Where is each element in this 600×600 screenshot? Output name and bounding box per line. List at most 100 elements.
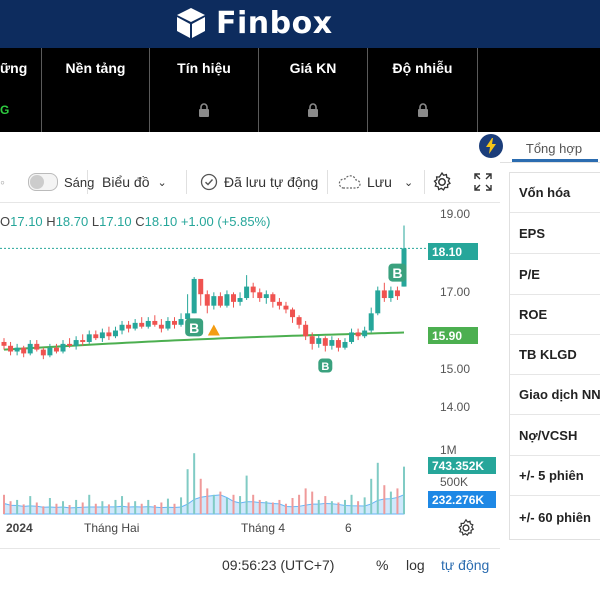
volume-bar	[317, 499, 320, 514]
volume-ma-tag: 232.276K	[428, 491, 496, 508]
gear-icon	[433, 171, 451, 191]
volume-bar	[134, 501, 137, 514]
x-tick-apr: Tháng 4	[241, 521, 286, 535]
price-tick: 14.00	[440, 400, 471, 414]
cell-signal[interactable]	[150, 88, 259, 132]
volume-bar	[245, 475, 248, 514]
volume-bar	[350, 494, 353, 514]
side-item-5-sessions[interactable]: +/- 5 phiên	[510, 456, 600, 496]
candle-body	[244, 286, 250, 299]
toolbar-separator	[87, 170, 88, 194]
candle-body	[21, 347, 27, 354]
candle-body	[388, 290, 394, 299]
side-item-debt-equity[interactable]: Nợ/VCSH	[510, 416, 600, 456]
candle-body	[322, 338, 328, 346]
volume-bar	[324, 496, 327, 514]
volume-bar	[29, 496, 32, 514]
volume-bar	[284, 503, 287, 514]
candle-body	[290, 309, 296, 318]
candle-body	[60, 343, 66, 352]
percent-toggle[interactable]: %	[376, 557, 388, 573]
save-dropdown[interactable]: Lưu ⌄	[337, 162, 413, 202]
side-item-avg-volume[interactable]: TB KLGD	[510, 335, 600, 375]
price-chart[interactable]: B B B	[0, 202, 428, 516]
volume-bar	[153, 505, 156, 514]
lightning-icon[interactable]	[479, 134, 503, 158]
toolbar-separator	[327, 170, 328, 194]
x-tick-feb: Tháng Hai	[84, 521, 140, 535]
save-label: Lưu	[367, 174, 392, 190]
theme-toggle[interactable]: Sáng	[28, 162, 94, 202]
settings-button[interactable]	[431, 162, 453, 202]
candle-body	[171, 320, 177, 325]
volume-bar	[180, 497, 183, 514]
app-header: Finbox	[0, 0, 600, 48]
volume-bar	[121, 496, 124, 514]
volume-bar	[311, 491, 314, 514]
price-tick: 19.00	[440, 207, 471, 221]
volume-bar	[94, 503, 97, 514]
x-tick-6: 6	[345, 521, 352, 535]
candle-body	[335, 340, 341, 348]
cloud-icon	[338, 175, 361, 189]
side-item-roe[interactable]: ROE	[510, 295, 600, 335]
tab-summary-underline	[512, 159, 598, 162]
tab-summary[interactable]: Tổng hợp	[514, 135, 594, 161]
volume-bar	[22, 504, 25, 514]
cell-noise[interactable]	[368, 88, 478, 132]
side-item-60-sessions[interactable]: +/- 60 phiên	[510, 497, 600, 537]
chart-type-dropdown[interactable]: Biểu đồ ⌄	[102, 162, 167, 202]
toolbar-separator	[424, 170, 425, 194]
cell-first: G	[0, 88, 42, 132]
volume-bar	[232, 494, 235, 514]
col-header-foundation: Nền tảng	[42, 48, 150, 88]
log-toggle[interactable]: log	[406, 557, 425, 573]
volume-bar	[298, 494, 301, 514]
side-item-market-cap[interactable]: Vốn hóa	[510, 173, 600, 213]
axis-settings-button[interactable]	[456, 518, 476, 543]
volume-bar	[225, 498, 228, 514]
side-item-pe[interactable]: P/E	[510, 255, 600, 295]
volume-bar	[376, 462, 379, 514]
buy-signal-letter: B	[392, 265, 402, 281]
x-tick-2024: 2024	[6, 521, 33, 535]
volume-bar	[127, 502, 130, 514]
candle-body	[283, 305, 289, 310]
autosave-button[interactable]: Đã lưu tự động	[200, 162, 318, 202]
volume-tick-500k: 500K	[440, 475, 469, 489]
volume-bar	[35, 502, 38, 514]
col-header-price: Giá KN	[259, 48, 368, 88]
lock-icon	[199, 103, 209, 117]
cell-price[interactable]	[259, 88, 368, 132]
volume-bar	[101, 501, 104, 514]
volume-bar	[3, 494, 5, 514]
candle-body	[309, 336, 315, 344]
volume-bar	[265, 501, 268, 514]
chevron-down-icon: ⌄	[403, 176, 414, 189]
lock-icon	[417, 103, 428, 117]
volume-bar	[396, 488, 399, 514]
volume-bar	[48, 498, 51, 514]
candle-body	[158, 324, 164, 329]
fullscreen-button[interactable]	[473, 162, 493, 202]
signal-table-header: ững Nền tảng Tín hiệu Giá KN Độ nhiễu	[0, 48, 600, 89]
brand-logo[interactable]: Finbox	[174, 3, 333, 43]
buy-signal-badge: B	[388, 263, 407, 282]
candle-body	[152, 320, 158, 325]
candle-body	[329, 340, 335, 346]
candle-body	[185, 313, 191, 320]
auto-scale-toggle[interactable]: tự động	[441, 557, 489, 573]
volume-bar	[357, 501, 360, 514]
volume-tick-1m: 1M	[440, 443, 457, 457]
candle-body	[375, 290, 381, 314]
volume-bar	[147, 499, 150, 514]
side-item-eps[interactable]: EPS	[510, 214, 600, 254]
autosave-label: Đã lưu tự động	[224, 174, 319, 190]
candle-body	[1, 341, 7, 346]
volume-bar	[389, 491, 392, 514]
candle-body	[237, 298, 243, 302]
side-item-foreign-trade[interactable]: Giao dịch NN	[510, 375, 600, 415]
candle-body	[119, 324, 125, 331]
volume-bar	[107, 504, 110, 514]
volume-bar	[81, 502, 84, 514]
